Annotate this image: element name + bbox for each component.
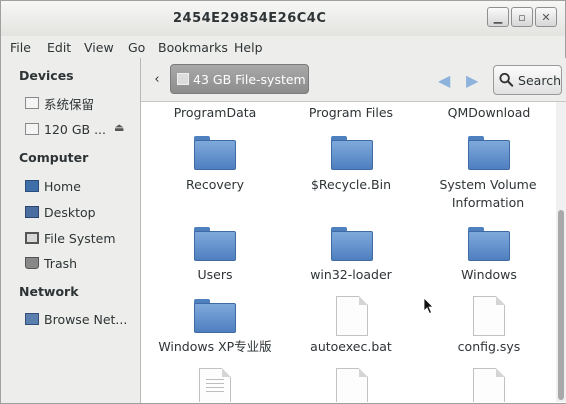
file-item-qmdownload[interactable]: QMDownload	[421, 104, 555, 122]
text-document-icon[interactable]	[199, 368, 231, 402]
sidebar-heading-network: Network	[19, 284, 79, 299]
sidebar-item-desktop[interactable]: Desktop	[25, 203, 96, 221]
chevron-left-icon: ‹	[154, 72, 160, 87]
file-name: $Recycle.Bin	[310, 177, 392, 192]
eject-icon[interactable]: ⏏	[114, 121, 124, 134]
location-toolbar: ‹ 43 GB File-system ◀ ▶ Search	[141, 58, 566, 102]
title-bar[interactable]: 2454E29854E26C4C ▁ ▫ ✕	[1, 1, 565, 36]
file-name: ProgramData	[173, 105, 257, 120]
path-bar-button[interactable]: 43 GB File-system	[170, 64, 309, 94]
file-item-system-volume-information[interactable]: System Volume Information	[423, 176, 553, 212]
sidebar-item-label: 120 GB ...	[44, 121, 106, 137]
sidebar-item-trash[interactable]: Trash	[25, 254, 77, 272]
folder-icon[interactable]	[468, 227, 510, 261]
menu-bar: File Edit View Go Bookmarks Help	[1, 36, 565, 58]
file-item-windows-xp[interactable]: Windows XP专业版	[147, 338, 283, 356]
filesystem-icon	[25, 232, 39, 244]
scrollbar-thumb[interactable]	[558, 210, 564, 400]
file-item-win32-loader[interactable]: win32-loader	[283, 266, 419, 284]
close-button[interactable]: ✕	[535, 7, 557, 27]
document-icon[interactable]	[473, 368, 505, 402]
maximize-button[interactable]: ▫	[511, 7, 533, 27]
menu-edit[interactable]: Edit	[47, 40, 71, 55]
file-name: autoexec.bat	[310, 339, 392, 354]
file-item-config-sys[interactable]: config.sys	[421, 338, 555, 356]
document-icon[interactable]	[336, 368, 368, 402]
window-controls: ▁ ▫ ✕	[485, 7, 557, 29]
places-sidebar: Devices 系统保留 120 GB ... ⏏ Computer Home …	[1, 58, 139, 403]
sidebar-item-system-reserved[interactable]: 系统保留	[25, 94, 94, 112]
minimize-button[interactable]: ▁	[487, 7, 509, 27]
menu-view[interactable]: View	[84, 40, 114, 55]
mouse-pointer-icon	[423, 297, 434, 315]
back-path-button[interactable]: ‹	[149, 69, 165, 91]
folder-icon[interactable]	[194, 299, 236, 333]
file-item-recycle-bin[interactable]: $Recycle.Bin	[283, 176, 419, 194]
home-icon	[25, 180, 39, 192]
sidebar-item-label: Browse Net...	[44, 311, 128, 327]
file-name: Recovery	[186, 177, 244, 192]
drive-icon	[25, 97, 39, 109]
file-name: QMDownload	[447, 105, 531, 120]
file-manager-window: 2454E29854E26C4C ▁ ▫ ✕ File Edit View Go…	[0, 0, 566, 404]
file-item-windows[interactable]: Windows	[421, 266, 555, 284]
file-browser-pane: ‹ 43 GB File-system ◀ ▶ Search ProgramDa…	[140, 58, 566, 403]
menu-file[interactable]: File	[10, 40, 31, 55]
trash-icon	[25, 257, 39, 269]
drive-icon	[177, 73, 189, 85]
path-label: 43 GB File-system	[193, 71, 306, 87]
back-arrow-icon[interactable]: ◀	[438, 71, 450, 90]
folder-icon[interactable]	[331, 227, 373, 261]
file-item-recovery[interactable]: Recovery	[147, 176, 283, 194]
file-name: Windows	[461, 267, 517, 282]
sidebar-heading-devices: Devices	[19, 68, 74, 83]
sidebar-item-home[interactable]: Home	[25, 177, 81, 195]
network-icon	[25, 313, 39, 325]
desktop-icon	[25, 206, 39, 218]
file-item-users[interactable]: Users	[147, 266, 283, 284]
folder-icon[interactable]	[194, 227, 236, 261]
sidebar-item-label: Desktop	[44, 204, 96, 220]
file-name: System Volume Information	[439, 177, 537, 210]
folder-icon[interactable]	[194, 136, 236, 170]
file-name: Users	[197, 267, 233, 282]
sidebar-item-label: File System	[44, 230, 116, 246]
vertical-scrollbar[interactable]	[556, 102, 566, 402]
file-name: config.sys	[457, 339, 521, 354]
sidebar-heading-computer: Computer	[19, 150, 89, 165]
window-title: 2454E29854E26C4C	[173, 11, 327, 26]
minimize-icon: ▁	[493, 10, 503, 24]
menu-bookmarks[interactable]: Bookmarks	[158, 40, 228, 55]
menu-go[interactable]: Go	[128, 40, 145, 55]
drive-icon	[25, 123, 39, 135]
file-item-programdata[interactable]: ProgramData	[147, 104, 283, 122]
document-icon[interactable]	[473, 296, 505, 336]
file-name: win32-loader	[310, 267, 392, 282]
file-name: Windows XP专业版	[158, 339, 272, 354]
search-icon	[499, 72, 514, 87]
close-icon: ✕	[541, 10, 551, 24]
sidebar-item-label: Home	[44, 178, 81, 194]
search-label: Search	[518, 72, 561, 88]
sidebar-item-file-system[interactable]: File System	[25, 229, 116, 247]
file-item-program-files[interactable]: Program Files	[283, 104, 419, 122]
sidebar-item-label: Trash	[44, 255, 78, 271]
maximize-icon: ▫	[518, 10, 526, 24]
file-name: Program Files	[308, 105, 394, 120]
file-grid: ProgramData Program Files QMDownload Rec…	[141, 102, 555, 402]
sidebar-item-120gb-drive[interactable]: 120 GB ...	[25, 120, 106, 138]
folder-icon[interactable]	[468, 136, 510, 170]
menu-help[interactable]: Help	[234, 40, 263, 55]
search-button[interactable]: Search	[493, 65, 562, 95]
sidebar-item-label: 系统保留	[44, 96, 95, 112]
sidebar-item-browse-network[interactable]: Browse Net...	[25, 310, 127, 328]
folder-icon[interactable]	[331, 136, 373, 170]
forward-arrow-icon[interactable]: ▶	[466, 71, 478, 90]
file-item-autoexec-bat[interactable]: autoexec.bat	[283, 338, 419, 356]
document-icon[interactable]	[336, 296, 368, 336]
